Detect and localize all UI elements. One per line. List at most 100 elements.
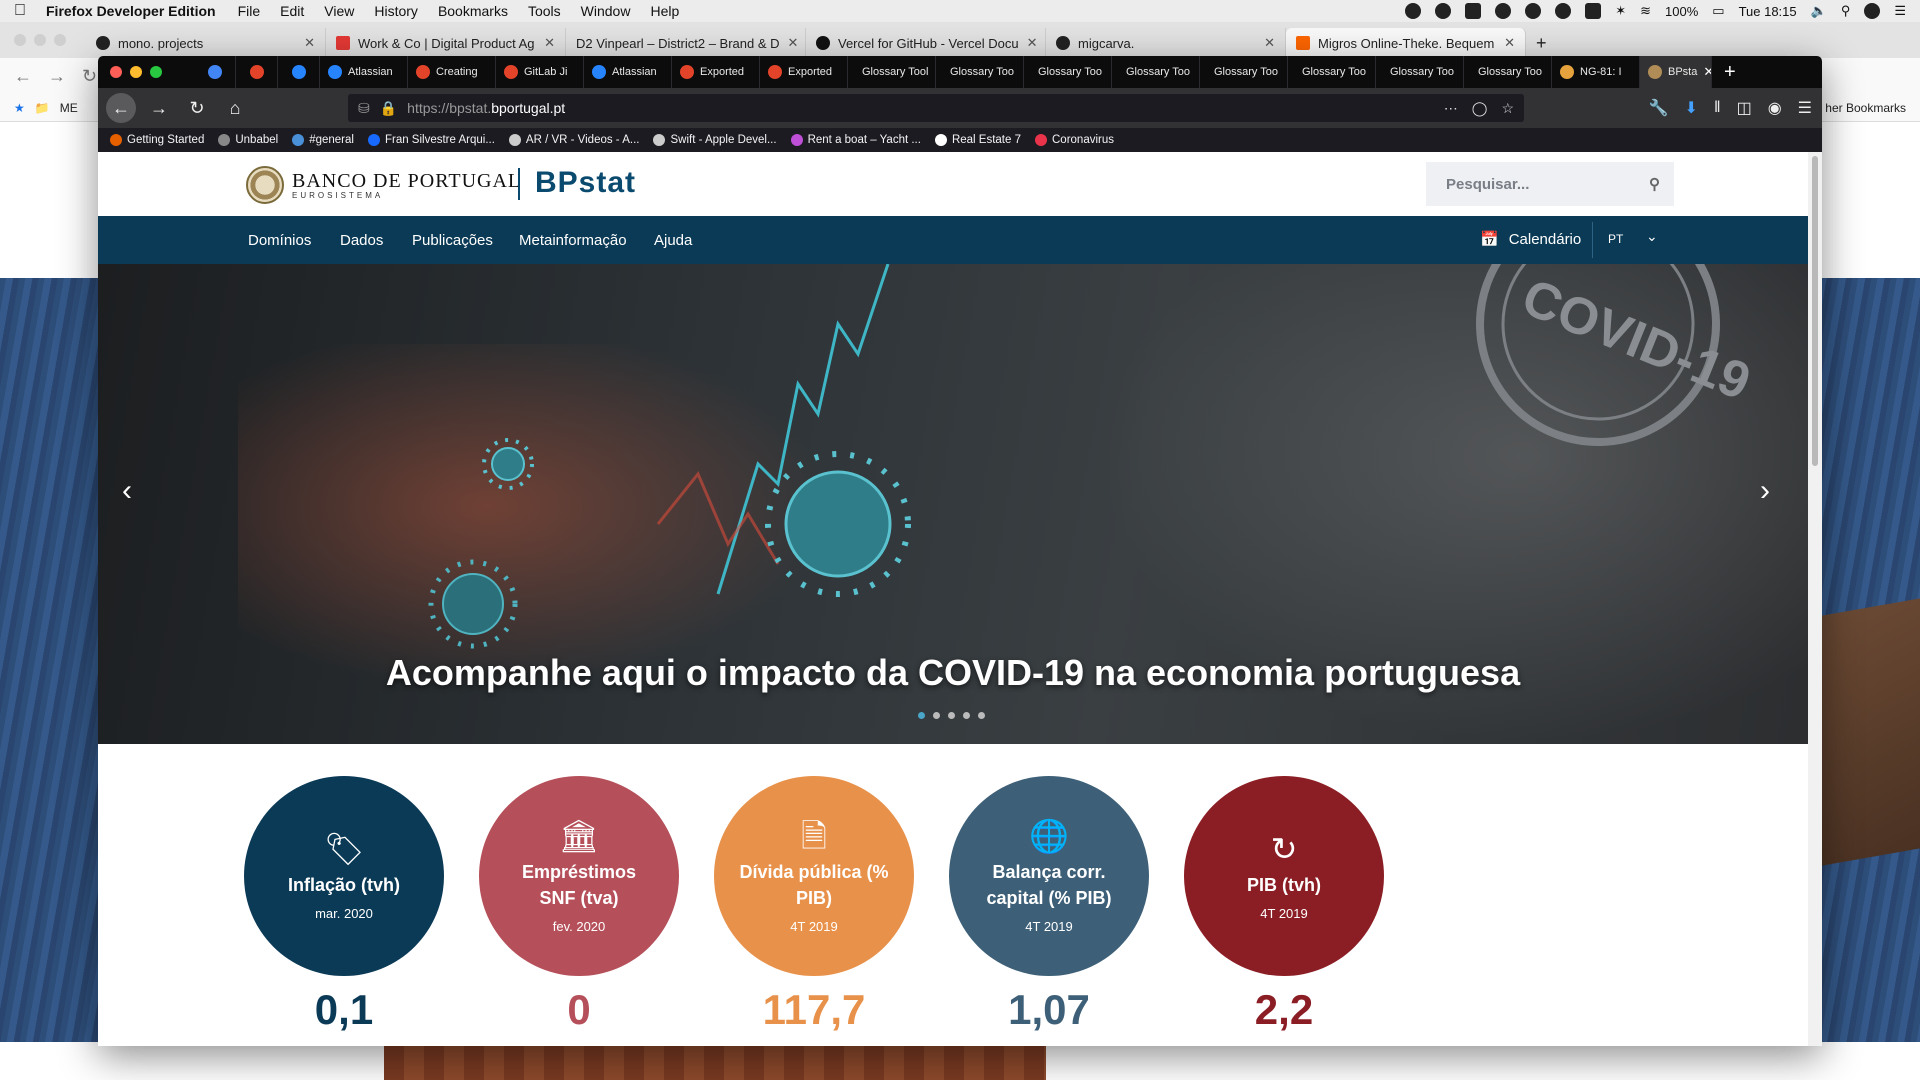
bg-tab[interactable]: mono. projects ✕ [86, 28, 326, 58]
clock[interactable]: Tue 18:15 [1739, 4, 1797, 19]
menu-edit[interactable]: Edit [280, 3, 304, 19]
tab-pinned[interactable] [194, 56, 236, 88]
control-center-icon[interactable]: ☰ [1894, 3, 1906, 19]
tab[interactable]: Atlassian [584, 56, 672, 88]
bookmark-star-icon[interactable]: ☆ [1501, 100, 1514, 117]
menu-window[interactable]: Window [581, 3, 631, 19]
lock-icon[interactable]: 🔒 [380, 100, 397, 117]
nav-metainformacao[interactable]: Metainformação [519, 232, 627, 249]
wifi-icon[interactable]: ≋ [1640, 3, 1651, 19]
keyboard-input-icon[interactable] [1585, 3, 1602, 19]
pocket-icon[interactable]: ◯ [1472, 100, 1488, 117]
wrench-icon[interactable]: 🔧 [1649, 98, 1669, 118]
close-icon[interactable]: ✕ [1703, 64, 1711, 80]
tab[interactable]: Glossary Too [1200, 56, 1288, 88]
indicator-circle[interactable]: ↻ PIB (tvh) 4T 2019 [1184, 776, 1384, 976]
bg-bookmark-folder[interactable]: ME [60, 101, 78, 115]
hero-title[interactable]: Acompanhe aqui o impacto da COVID-19 na … [98, 652, 1808, 694]
menu-tools[interactable]: Tools [528, 3, 561, 19]
close-icon[interactable]: ✕ [1027, 35, 1038, 51]
tab[interactable]: Glossary Too [1288, 56, 1376, 88]
new-tab-button[interactable]: + [1526, 28, 1566, 58]
indicator-card[interactable]: ↻ PIB (tvh) 4T 2019 2,2 [1184, 776, 1384, 1034]
volume-icon[interactable]: 🔈 [1811, 3, 1827, 19]
nav-ajuda[interactable]: Ajuda [654, 232, 692, 249]
minimize-window-button[interactable] [130, 66, 142, 78]
carousel-dot[interactable] [948, 712, 955, 719]
menu-view[interactable]: View [324, 3, 354, 19]
bookmark-item[interactable]: Swift - Apple Devel... [653, 134, 777, 146]
indicator-card[interactable]: 🏷 Inflação (tvh) mar. 2020 0,1 [244, 776, 444, 1034]
reload-icon[interactable]: ↻ [82, 66, 97, 87]
bookmark-item[interactable]: Fran Silvestre Arqui... [367, 134, 495, 146]
close-icon[interactable]: ✕ [1504, 35, 1515, 51]
star-icon[interactable]: ★ [14, 101, 25, 115]
carousel-dot[interactable] [918, 712, 925, 719]
bg-tab[interactable]: Work & Co | Digital Product Ag ✕ [326, 28, 566, 58]
close-icon[interactable]: ✕ [544, 35, 555, 51]
status-app-icon[interactable] [1555, 3, 1572, 19]
zoom-window-button[interactable] [150, 66, 162, 78]
menu-bookmarks[interactable]: Bookmarks [438, 3, 508, 19]
indicator-circle[interactable]: 🌐 Balança corr. capital (% PIB) 4T 2019 [949, 776, 1149, 976]
shield-icon[interactable]: ⛁ [358, 100, 370, 117]
carousel-next-icon[interactable]: › [1760, 474, 1770, 508]
banco-de-portugal-logo[interactable]: BANCO DE PORTUGAL EUROSISTEMA [246, 166, 521, 204]
forward-icon[interactable]: → [48, 66, 66, 87]
status-app-icon[interactable] [1405, 3, 1422, 19]
back-icon[interactable]: ← [14, 66, 32, 87]
battery-icon[interactable]: ▭ [1712, 3, 1724, 19]
forward-button[interactable]: → [144, 93, 174, 123]
nav-dominios[interactable]: Domínios [248, 232, 311, 249]
tab[interactable]: Creating [408, 56, 496, 88]
bg-tab-active[interactable]: Migros Online-Theke. Bequem ✕ [1286, 28, 1526, 58]
battery-percent[interactable]: 100% [1665, 4, 1698, 19]
tab-active[interactable]: BPsta ✕ [1640, 56, 1712, 88]
menu-help[interactable]: Help [650, 3, 679, 19]
close-icon[interactable]: ✕ [788, 35, 799, 51]
search-box[interactable]: Pesquisar... ⚲ [1426, 162, 1674, 206]
reload-button[interactable]: ↻ [182, 93, 212, 123]
indicator-circle[interactable]: 🏷 Inflação (tvh) mar. 2020 [244, 776, 444, 976]
more-actions-icon[interactable]: ⋯ [1444, 100, 1458, 117]
tab[interactable]: NG-81: I [1552, 56, 1640, 88]
tab[interactable]: Exported [760, 56, 848, 88]
close-icon[interactable]: ✕ [304, 35, 315, 51]
search-icon[interactable]: ⚲ [1649, 175, 1660, 193]
tab-pinned[interactable] [278, 56, 320, 88]
chevron-down-icon[interactable]: ⌄ [1646, 228, 1658, 245]
sidebar-icon[interactable]: ◫ [1737, 98, 1752, 118]
glasses-icon[interactable] [1495, 3, 1512, 19]
carousel-dot[interactable] [978, 712, 985, 719]
tab[interactable]: Glossary Tool [848, 56, 936, 88]
bg-tab[interactable]: Vercel for GitHub - Vercel Docu ✕ [806, 28, 1046, 58]
apple-icon[interactable]:  [14, 2, 26, 20]
back-button[interactable]: ← [106, 93, 136, 123]
hamburger-menu-icon[interactable]: ☰ [1798, 98, 1812, 118]
siri-icon[interactable] [1864, 3, 1881, 19]
status-app-icon[interactable] [1435, 3, 1452, 19]
bookmark-item[interactable]: Rent a boat – Yacht ... [790, 134, 921, 146]
tab[interactable]: GitLab Ji [496, 56, 584, 88]
search-input[interactable]: Pesquisar... [1446, 176, 1529, 193]
tab[interactable]: Atlassian [320, 56, 408, 88]
indicator-circle[interactable]: 🗎 Dívida pública (% PIB) 4T 2019 [714, 776, 914, 976]
bookmark-item[interactable]: #general [292, 134, 354, 146]
carousel-prev-icon[interactable]: ‹ [122, 474, 132, 508]
spotlight-icon[interactable]: ⚲ [1841, 3, 1851, 19]
bookmark-item[interactable]: Unbabel [218, 134, 278, 146]
calendar-link[interactable]: 📅 Calendário [1480, 230, 1581, 249]
tab[interactable]: Exported [672, 56, 760, 88]
nav-dados[interactable]: Dados [340, 232, 383, 249]
carousel-dot[interactable] [963, 712, 970, 719]
menu-file[interactable]: File [238, 3, 261, 19]
tab-pinned[interactable] [236, 56, 278, 88]
bookmark-item[interactable]: Real Estate 7 [934, 134, 1021, 146]
bg-tab[interactable]: migcarva. ✕ [1046, 28, 1286, 58]
bookmark-item[interactable]: AR / VR - Videos - A... [508, 134, 639, 146]
bluetooth-icon[interactable]: ✶ [1615, 3, 1626, 19]
bookmark-item[interactable]: Getting Started [110, 134, 204, 146]
scrollbar-thumb[interactable] [1812, 156, 1818, 466]
home-button[interactable]: ⌂ [220, 93, 250, 123]
app-name[interactable]: Firefox Developer Edition [46, 3, 216, 19]
